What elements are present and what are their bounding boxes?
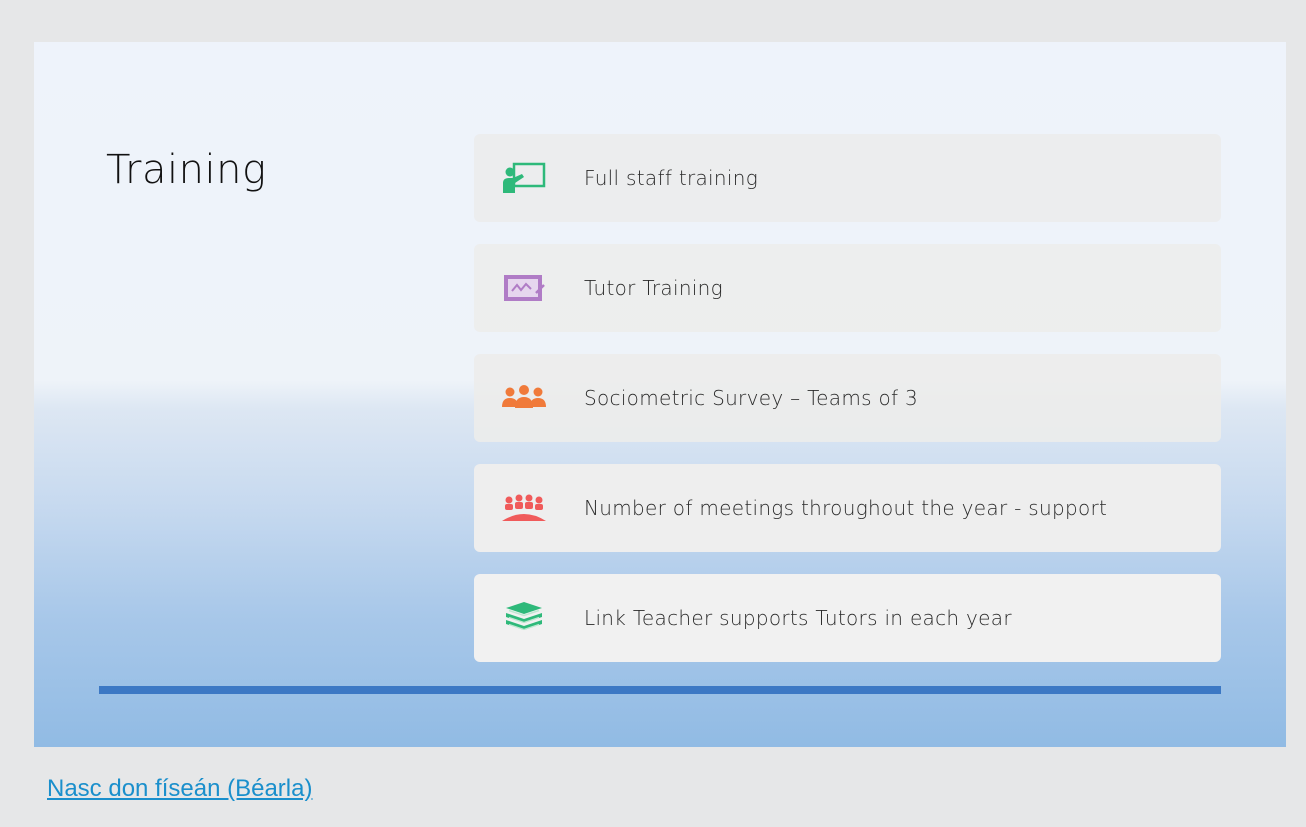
list-item: Link Teacher supports Tutors in each yea… (474, 574, 1221, 662)
list-item: Full staff training (474, 134, 1221, 222)
books-stack-icon (498, 600, 550, 636)
list-item-label: Sociometric Survey – Teams of 3 (584, 386, 919, 410)
slide-frame: Training Full staff training Tutor Train… (34, 42, 1286, 747)
training-list: Full staff training Tutor Training Socio… (474, 134, 1221, 684)
slide-title: Training (106, 147, 267, 193)
list-item-label: Link Teacher supports Tutors in each yea… (584, 606, 1012, 630)
accent-rule (99, 686, 1221, 694)
list-item: Sociometric Survey – Teams of 3 (474, 354, 1221, 442)
group-icon (498, 380, 550, 416)
presentation-board-icon (498, 270, 550, 306)
list-item: Number of meetings throughout the year -… (474, 464, 1221, 552)
video-link[interactable]: Nasc don físeán (Béarla) (47, 775, 312, 803)
list-item-label: Full staff training (584, 166, 759, 190)
teacher-board-icon (498, 160, 550, 196)
meeting-icon (498, 490, 550, 526)
list-item-label: Tutor Training (584, 276, 723, 300)
list-item: Tutor Training (474, 244, 1221, 332)
list-item-label: Number of meetings throughout the year -… (584, 496, 1108, 520)
